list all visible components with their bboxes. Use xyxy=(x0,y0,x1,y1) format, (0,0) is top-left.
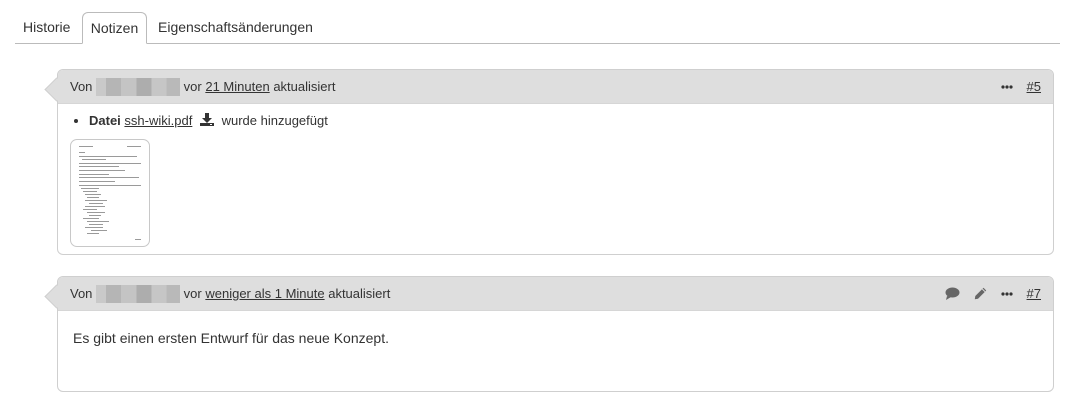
author-redacted[interactable] xyxy=(96,77,181,96)
journal-author-prefix: Von xyxy=(70,79,93,94)
journal-time-prefix: vor xyxy=(183,79,202,94)
journal-header: Von vor weniger als 1 Minute aktualisier… xyxy=(58,277,1053,311)
download-icon[interactable] xyxy=(199,113,214,126)
details-list: Datei ssh-wiki.pdf wurde hinzugefügt xyxy=(58,104,1053,130)
journal-time-link[interactable]: weniger als 1 Minute xyxy=(205,286,324,301)
journal-notes: Es gibt einen ersten Entwurf für das neu… xyxy=(73,330,389,346)
journal-entry: Von vor weniger als 1 Minute aktualisier… xyxy=(57,276,1054,392)
journal-author-prefix: Von xyxy=(70,286,93,301)
journal-time-link[interactable]: 21 Minuten xyxy=(205,79,269,94)
journal-entry: Von vor 21 Minuten aktualisiert #5 Datei… xyxy=(57,69,1054,255)
more-icon[interactable] xyxy=(1000,84,1013,89)
attachment-link[interactable]: ssh-wiki.pdf xyxy=(124,113,192,128)
tab-historie[interactable]: Historie xyxy=(23,12,70,43)
journal-number-link[interactable]: #5 xyxy=(1027,70,1041,103)
comment-icon[interactable] xyxy=(945,287,960,300)
journal-details: Datei ssh-wiki.pdf wurde hinzugefügt xyxy=(58,104,1053,247)
journal-updated-text: aktualisiert xyxy=(273,79,336,94)
tab-notizen[interactable]: Notizen xyxy=(82,12,147,44)
tab-bar: Historie Notizen Eigenschaftsänderungen xyxy=(15,12,1060,44)
detail-label: Datei xyxy=(89,113,121,128)
detail-suffix: wurde hinzugefügt xyxy=(221,113,328,128)
list-item: Datei ssh-wiki.pdf wurde hinzugefügt xyxy=(89,112,1053,130)
journal-actions: #5 xyxy=(1000,70,1041,103)
pencil-icon[interactable] xyxy=(974,287,987,300)
author-redacted[interactable] xyxy=(96,284,181,303)
tab-eigenschaftsaenderungen[interactable]: Eigenschaftsänderungen xyxy=(158,12,313,43)
journal-updated-text: aktualisiert xyxy=(328,286,391,301)
attachment-thumbnail[interactable] xyxy=(70,139,150,247)
journal-header: Von vor 21 Minuten aktualisiert #5 xyxy=(58,70,1053,104)
journal-number-link[interactable]: #7 xyxy=(1027,277,1041,310)
more-icon[interactable] xyxy=(1000,291,1013,296)
journal-time-prefix: vor xyxy=(183,286,202,301)
journal-actions: #7 xyxy=(945,277,1041,310)
